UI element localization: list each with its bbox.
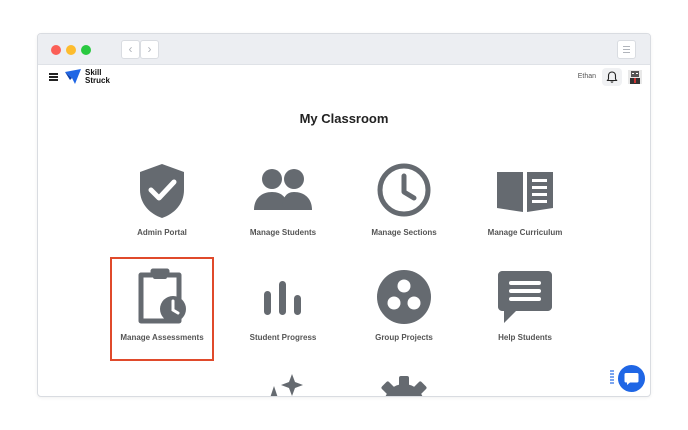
chat-icon (624, 373, 639, 385)
bell-icon (606, 71, 618, 83)
logo-text[interactable]: Skill Struck (85, 69, 110, 85)
tile-label: Group Projects (375, 333, 433, 342)
book-icon (497, 172, 553, 212)
notifications-button[interactable] (602, 68, 622, 86)
back-button[interactable]: ‹ (121, 40, 140, 59)
chat-bubble-icon (498, 271, 552, 323)
browser-window: ‹ › Skill Struck Ethan My Classroom Admi… (37, 33, 651, 397)
shield-check-icon (140, 164, 184, 218)
bar-chart-icon (264, 281, 301, 315)
clipboard-clock-icon (138, 268, 186, 324)
sparkles-icon (270, 374, 303, 396)
tile-label: Manage Sections (371, 228, 437, 237)
tile-label: Student Progress (249, 333, 317, 342)
forward-button[interactable]: › (140, 40, 159, 59)
drag-handle-icon[interactable] (610, 370, 614, 384)
tile-sparkles[interactable] (233, 370, 333, 396)
tile-help-students[interactable]: Help Students (475, 259, 575, 359)
user-name[interactable]: Ethan (578, 73, 596, 80)
tile-label: Manage Assessments (120, 333, 204, 342)
tile-manage-sections[interactable]: Manage Sections (354, 158, 454, 258)
avatar[interactable] (628, 70, 642, 84)
tile-label: Help Students (498, 333, 552, 342)
chat-button[interactable] (618, 365, 645, 392)
tile-student-progress[interactable]: Student Progress (233, 259, 333, 359)
tile-group-projects[interactable]: Group Projects (354, 259, 454, 359)
minimize-window-button[interactable] (66, 45, 76, 55)
group-circle-icon (377, 270, 431, 324)
users-icon (254, 169, 312, 210)
clock-icon (377, 163, 431, 217)
maximize-window-button[interactable] (81, 45, 91, 55)
tile-manage-students[interactable]: Manage Students (233, 158, 333, 258)
tile-admin-portal[interactable]: Admin Portal (112, 158, 212, 258)
browser-toolbar: ‹ › (38, 34, 650, 65)
tile-manage-curriculum[interactable]: Manage Curriculum (475, 158, 575, 258)
page-title: My Classroom (299, 111, 389, 126)
browser-menu-button[interactable] (617, 40, 636, 59)
close-window-button[interactable] (51, 45, 61, 55)
tile-label: Admin Portal (137, 228, 187, 237)
hamburger-menu-icon[interactable] (49, 73, 58, 81)
tile-settings[interactable] (354, 370, 454, 396)
gear-icon (381, 376, 427, 396)
logo-text-line2: Struck (85, 76, 110, 85)
tile-manage-assessments[interactable]: Manage Assessments (110, 257, 214, 361)
tile-label: Manage Students (249, 228, 317, 237)
tile-label: Manage Curriculum (487, 228, 563, 237)
skill-struck-logo-icon[interactable] (64, 68, 82, 85)
app-header: Skill Struck Ethan (38, 65, 650, 90)
